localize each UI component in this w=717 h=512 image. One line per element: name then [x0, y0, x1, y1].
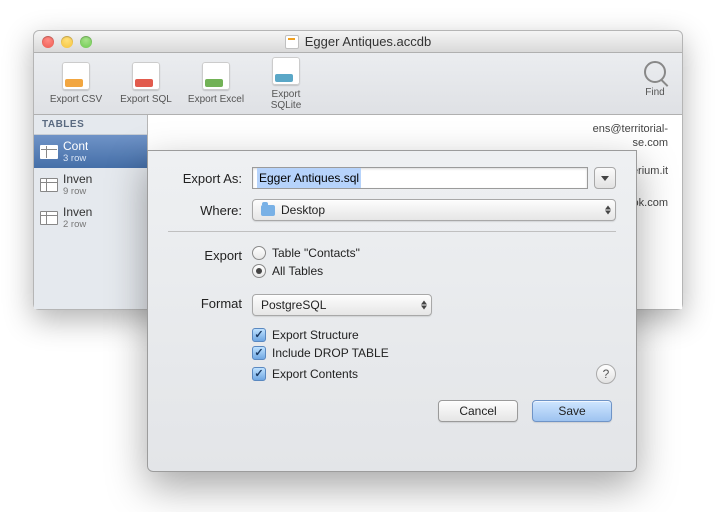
sidebar: TABLES Cont 3 row Inven 9 row Inven [34, 115, 148, 309]
checkbox-export-structure-label: Export Structure [272, 328, 359, 342]
folder-icon [261, 205, 275, 216]
format-popup[interactable]: PostgreSQL [252, 294, 432, 316]
find-button[interactable]: Find [644, 61, 666, 98]
export-as-field[interactable]: Egger Antiques.sql [252, 167, 588, 189]
radio-table-label: Table "Contacts" [272, 246, 360, 260]
export-csv-button[interactable]: Export CSV [46, 62, 106, 105]
sidebar-item-inventory-1[interactable]: Inven 9 row [34, 168, 147, 201]
radio-table-contacts[interactable] [252, 246, 266, 260]
export-scope-label: Export [168, 246, 252, 282]
cancel-button[interactable]: Cancel [438, 400, 518, 422]
chevron-down-icon [601, 176, 609, 181]
window-title-text: Egger Antiques.accdb [305, 34, 431, 49]
cell-email: se.com [633, 137, 668, 149]
where-label: Where: [168, 203, 252, 218]
toolbar: Export CSV Export SQL Export Excel Expor… [34, 53, 682, 115]
checkbox-include-drop-label: Include DROP TABLE [272, 346, 389, 360]
where-popup[interactable]: Desktop [252, 199, 616, 221]
export-as-label: Export As: [168, 171, 252, 186]
table-icon [40, 211, 58, 225]
checkbox-include-drop-table[interactable] [252, 346, 266, 360]
export-as-value: Egger Antiques.sql [257, 168, 361, 188]
export-sheet: Export As: Egger Antiques.sql Where: Des… [147, 150, 637, 472]
expand-disclosure-button[interactable] [594, 167, 616, 189]
search-icon [644, 61, 666, 83]
table-icon [40, 145, 58, 159]
window-title: Egger Antiques.accdb [34, 34, 682, 49]
checkbox-export-contents[interactable] [252, 367, 266, 381]
checkbox-export-structure[interactable] [252, 328, 266, 342]
export-sqlite-button[interactable]: Export SQLite [256, 57, 316, 111]
titlebar: Egger Antiques.accdb [34, 31, 682, 53]
checkbox-export-contents-label: Export Contents [272, 367, 358, 381]
export-sql-button[interactable]: Export SQL [116, 62, 176, 105]
where-value: Desktop [281, 203, 325, 217]
radio-all-label: All Tables [272, 264, 323, 278]
radio-all-tables[interactable] [252, 264, 266, 278]
separator [168, 231, 616, 232]
table-icon [40, 178, 58, 192]
format-label: Format [168, 294, 252, 316]
save-button[interactable]: Save [532, 400, 612, 422]
sidebar-item-inventory-2[interactable]: Inven 2 row [34, 201, 147, 234]
sidebar-header: TABLES [34, 115, 147, 135]
cell-email: ens@territorial- [593, 123, 668, 135]
sidebar-item-contacts[interactable]: Cont 3 row [34, 135, 147, 168]
export-excel-button[interactable]: Export Excel [186, 62, 246, 105]
format-value: PostgreSQL [261, 298, 326, 312]
help-button[interactable]: ? [596, 364, 616, 384]
document-icon [285, 35, 299, 49]
